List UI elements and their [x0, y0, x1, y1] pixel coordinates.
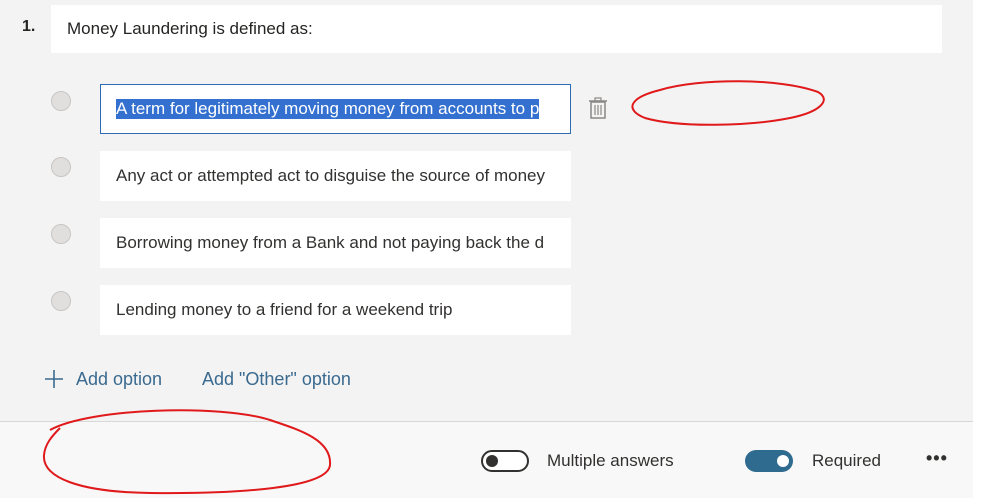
option-text-1: A term for legitimately moving money fro… [116, 99, 540, 119]
toggle-knob [486, 455, 498, 467]
required-toggle[interactable] [745, 450, 793, 472]
option-text-3: Borrowing money from a Bank and not payi… [116, 233, 545, 252]
add-other-label: Add "Other" option [202, 368, 351, 389]
question-card: 1. Money Laundering is defined as: A ter… [0, 0, 973, 421]
multiple-answers-label: Multiple answers [547, 451, 674, 470]
add-option-label: Add option [76, 368, 163, 389]
option-field-4[interactable]: Lending money to a friend for a weekend … [100, 285, 571, 335]
question-title: Money Laundering is defined as: [67, 19, 313, 38]
option-radio-4[interactable] [51, 291, 71, 311]
option-text-4: Lending money to a friend for a weekend … [116, 300, 453, 319]
option-field-1[interactable]: A term for legitimately moving money fro… [100, 84, 571, 134]
option-radio-1[interactable] [51, 91, 71, 111]
question-title-field[interactable]: Money Laundering is defined as: [51, 5, 942, 53]
question-number: 1. [22, 18, 36, 35]
delete-icon[interactable] [587, 96, 609, 120]
multiple-answers-toggle[interactable] [481, 450, 529, 472]
plus-icon [45, 370, 63, 388]
add-other-option-button[interactable]: Add "Other" option [202, 365, 351, 393]
option-field-2[interactable]: Any act or attempted act to disguise the… [100, 151, 571, 201]
option-radio-2[interactable] [51, 157, 71, 177]
option-field-3[interactable]: Borrowing money from a Bank and not payi… [100, 218, 571, 268]
option-text-2: Any act or attempted act to disguise the… [116, 166, 546, 185]
option-radio-3[interactable] [51, 224, 71, 244]
toggle-knob [777, 455, 789, 467]
required-label: Required [812, 451, 881, 470]
more-icon[interactable]: ••• [926, 448, 948, 469]
add-option-button[interactable]: Add option [44, 365, 162, 393]
